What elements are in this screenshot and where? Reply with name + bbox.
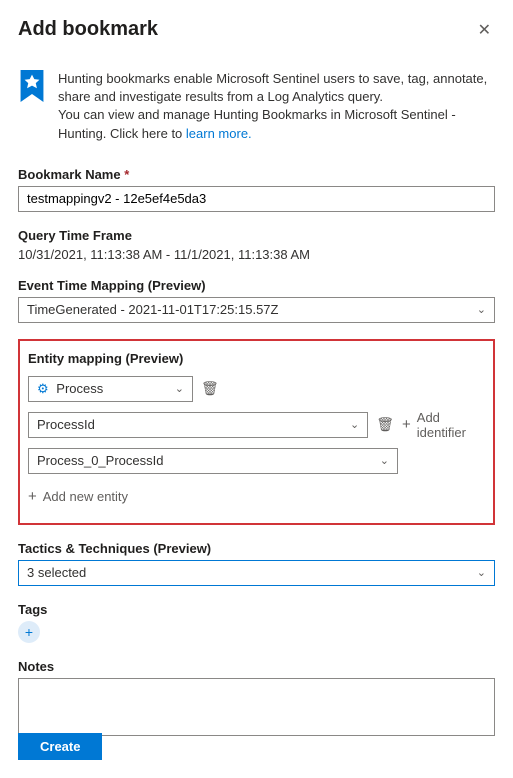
plus-icon: +	[402, 416, 411, 433]
chevron-down-icon: ⌄	[477, 303, 486, 316]
trash-icon[interactable]: 🗑	[376, 416, 394, 433]
plus-icon: +	[28, 488, 37, 505]
close-icon[interactable]: ✕	[474, 18, 495, 42]
plus-icon: +	[25, 624, 33, 640]
learn-more-link[interactable]: learn more.	[186, 126, 252, 141]
event-time-mapping-value: TimeGenerated - 2021-11-01T17:25:15.57Z	[27, 302, 278, 317]
identifier-value: ProcessId	[37, 417, 95, 432]
tactics-label: Tactics & Techniques (Preview)	[18, 541, 495, 556]
chevron-down-icon: ⌄	[350, 418, 359, 431]
bookmark-icon	[18, 70, 46, 102]
tactics-select[interactable]: 3 selected ⌄	[18, 560, 495, 586]
entity-type-value: Process	[56, 381, 103, 396]
info-line1: Hunting bookmarks enable Microsoft Senti…	[58, 71, 487, 104]
bookmark-name-input[interactable]	[18, 186, 495, 212]
add-tag-button[interactable]: +	[18, 621, 40, 643]
page-title: Add bookmark	[18, 18, 158, 41]
field-select[interactable]: Process_0_ProcessId ⌄	[28, 448, 398, 474]
tags-label: Tags	[18, 602, 495, 617]
query-time-frame-value: 10/31/2021, 11:13:38 AM - 11/1/2021, 11:…	[18, 247, 495, 262]
required-asterisk: *	[124, 167, 129, 182]
notes-label: Notes	[18, 659, 495, 674]
identifier-select[interactable]: ProcessId ⌄	[28, 412, 368, 438]
chevron-down-icon: ⌄	[477, 566, 486, 579]
info-block: Hunting bookmarks enable Microsoft Senti…	[18, 70, 495, 143]
gear-icon: ⚙	[37, 381, 49, 396]
event-time-mapping-label: Event Time Mapping (Preview)	[18, 278, 495, 293]
trash-icon[interactable]: 🗑	[201, 380, 219, 397]
add-identifier-button[interactable]: + Add identifier	[402, 410, 485, 440]
entity-mapping-label: Entity mapping (Preview)	[28, 351, 485, 366]
info-text: Hunting bookmarks enable Microsoft Senti…	[58, 70, 495, 143]
query-time-frame-label: Query Time Frame	[18, 228, 495, 243]
info-line2: You can view and manage Hunting Bookmark…	[58, 107, 456, 140]
notes-textarea[interactable]	[18, 678, 495, 736]
create-button[interactable]: Create	[18, 733, 102, 760]
chevron-down-icon: ⌄	[175, 382, 184, 395]
bookmark-name-label: Bookmark Name *	[18, 167, 495, 182]
add-new-entity-button[interactable]: + Add new entity	[28, 488, 128, 505]
tactics-value: 3 selected	[27, 565, 86, 580]
field-value: Process_0_ProcessId	[37, 453, 163, 468]
entity-type-select[interactable]: ⚙ Process ⌄	[28, 376, 193, 402]
chevron-down-icon: ⌄	[380, 454, 389, 467]
event-time-mapping-select[interactable]: TimeGenerated - 2021-11-01T17:25:15.57Z …	[18, 297, 495, 323]
entity-mapping-section: Entity mapping (Preview) ⚙ Process ⌄ 🗑 P…	[18, 339, 495, 525]
